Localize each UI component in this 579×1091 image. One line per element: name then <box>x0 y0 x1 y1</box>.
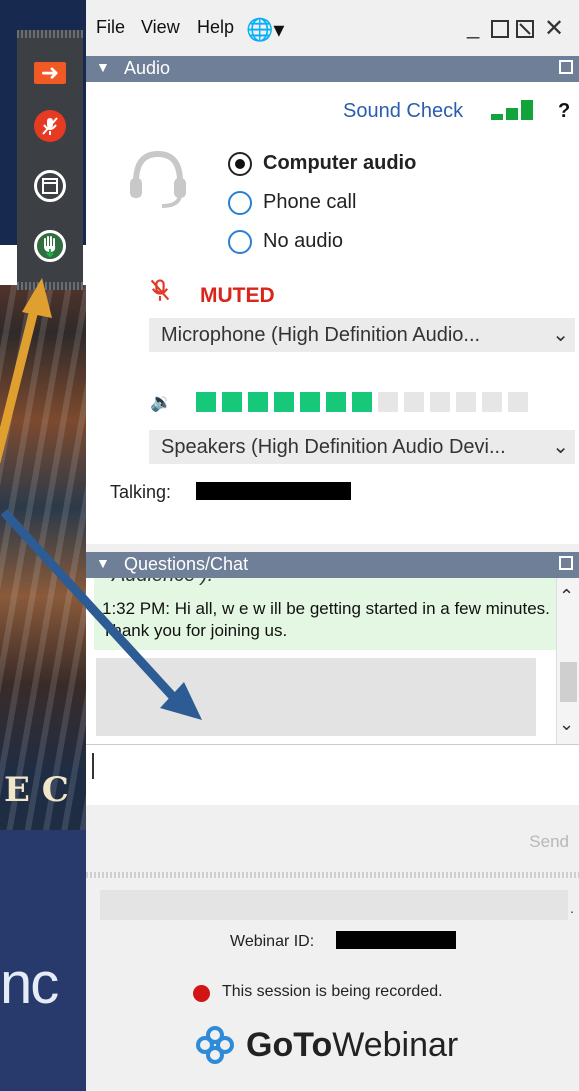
level-segment <box>430 392 450 412</box>
level-segment <box>508 392 528 412</box>
chevron-down-icon: ⌄ <box>552 324 569 346</box>
brand-rest: Webinar <box>332 1025 459 1064</box>
talking-label: Talking: <box>110 482 172 502</box>
toolbar-grip-top <box>17 30 83 38</box>
language-globe-icon[interactable]: 🌐▾ <box>246 17 284 43</box>
scroll-down-icon[interactable]: ⌄ <box>559 714 574 735</box>
level-segment <box>196 392 216 412</box>
expand-arrow-button[interactable]: ➜ <box>34 60 66 85</box>
level-segment <box>352 392 372 412</box>
level-segment <box>300 392 320 412</box>
chat-log: Audience ). 1:32 PM: Hi all, w e w ill b… <box>86 578 579 744</box>
chat-message-text: 1:32 PM: Hi all, w e w ill be getting st… <box>102 599 550 640</box>
gotowebinar-control-panel: File View Help 🌐▾ _ ✕ ▼ Audio Sound Chec… <box>86 0 579 1091</box>
webinar-title-redacted <box>100 890 568 920</box>
webinar-id-label: Webinar ID: <box>230 933 315 950</box>
mic-off-icon <box>42 117 58 135</box>
level-segment <box>222 392 242 412</box>
collapse-triangle-icon: ▼ <box>96 59 110 75</box>
collapse-triangle-icon: ▼ <box>96 555 110 571</box>
mic-muted-icon <box>150 279 170 301</box>
brand-name: GoToWebinar <box>246 1026 458 1065</box>
menu-file[interactable]: File <box>96 17 125 38</box>
level-segment <box>482 392 502 412</box>
level-segment <box>274 392 294 412</box>
microphone-select[interactable]: Microphone (High Definition Audio... ⌄ <box>149 318 575 352</box>
period-mark: . <box>570 900 574 916</box>
mute-microphone-button[interactable] <box>34 110 66 142</box>
level-segment <box>404 392 424 412</box>
raise-hand-button[interactable] <box>34 230 66 262</box>
sound-check-link[interactable]: Sound Check <box>343 100 463 123</box>
questions-chat-title: Questions/Chat <box>124 554 249 574</box>
toolbar-grip-bottom <box>17 282 83 290</box>
background-big-text: nc <box>0 951 59 1016</box>
no-audio-label[interactable]: No audio <box>263 230 343 253</box>
popout-icon[interactable] <box>559 556 573 570</box>
talking-name-redacted <box>196 482 351 500</box>
chat-message: Audience ). 1:32 PM: Hi all, w e w ill b… <box>94 578 556 650</box>
chevron-down-icon: ⌄ <box>552 436 569 458</box>
photo-caption: E C <box>4 770 69 810</box>
speaker-level-meter <box>196 392 541 412</box>
collapse-panel-icon[interactable] <box>516 20 534 38</box>
audio-section-title: Audio <box>124 58 171 78</box>
speakers-select-value: Speakers (High Definition Audio Devi... <box>161 436 506 458</box>
muted-status: MUTED <box>200 284 275 307</box>
signal-bars-icon <box>491 100 535 120</box>
speakers-select[interactable]: Speakers (High Definition Audio Devi... … <box>149 430 575 464</box>
popout-icon[interactable] <box>559 60 573 74</box>
computer-audio-label[interactable]: Computer audio <box>263 152 416 175</box>
show-panel-button[interactable] <box>34 170 66 202</box>
chat-message-redacted <box>96 658 536 736</box>
arrow-right-icon: ➜ <box>40 60 60 85</box>
gotowebinar-flower-icon <box>196 1026 234 1064</box>
phone-call-radio[interactable] <box>228 191 252 215</box>
background-photo-texture <box>0 245 90 830</box>
resize-grip[interactable] <box>86 872 579 878</box>
level-segment <box>326 392 346 412</box>
computer-audio-radio[interactable] <box>228 152 252 176</box>
maximize-icon[interactable] <box>491 20 509 38</box>
scroll-thumb[interactable] <box>560 662 577 702</box>
chat-scrollbar[interactable]: ⌃ ⌄ <box>556 578 579 744</box>
menu-view[interactable]: View <box>141 17 180 38</box>
minimize-icon[interactable]: _ <box>467 14 479 40</box>
raise-hand-icon <box>44 236 56 257</box>
level-segment <box>248 392 268 412</box>
microphone-select-value: Microphone (High Definition Audio... <box>161 324 481 346</box>
window-icon <box>42 178 58 194</box>
chat-clipped-line: Audience ). <box>112 578 213 587</box>
webinar-id-redacted <box>336 931 456 949</box>
recording-notice: This session is being recorded. <box>222 983 443 1000</box>
recording-dot-icon <box>193 985 210 1002</box>
questions-chat-section-header[interactable]: ▼ Questions/Chat <box>86 552 579 578</box>
help-question-icon[interactable]: ? <box>558 100 570 123</box>
no-audio-radio[interactable] <box>228 230 252 254</box>
level-segment <box>456 392 476 412</box>
text-caret <box>92 753 94 779</box>
scroll-up-icon[interactable]: ⌃ <box>559 586 574 607</box>
gotowebinar-logo: GoToWebinar <box>194 1022 458 1068</box>
control-toolbar: ➜ <box>17 30 83 290</box>
brand-bold: GoTo <box>246 1025 333 1064</box>
audio-section-header[interactable]: ▼ Audio <box>86 56 579 82</box>
headset-icon <box>130 150 186 208</box>
menu-bar: File View Help 🌐▾ _ ✕ <box>86 0 579 50</box>
menu-help[interactable]: Help <box>197 17 234 38</box>
send-button[interactable]: Send <box>529 832 569 852</box>
close-icon[interactable]: ✕ <box>544 14 564 43</box>
chat-input[interactable] <box>86 744 579 805</box>
speaker-volume-icon: 🔉 <box>150 392 173 412</box>
audio-panel: Sound Check ? Computer audio Phone call … <box>86 82 579 544</box>
phone-call-label[interactable]: Phone call <box>263 191 356 214</box>
level-segment <box>378 392 398 412</box>
